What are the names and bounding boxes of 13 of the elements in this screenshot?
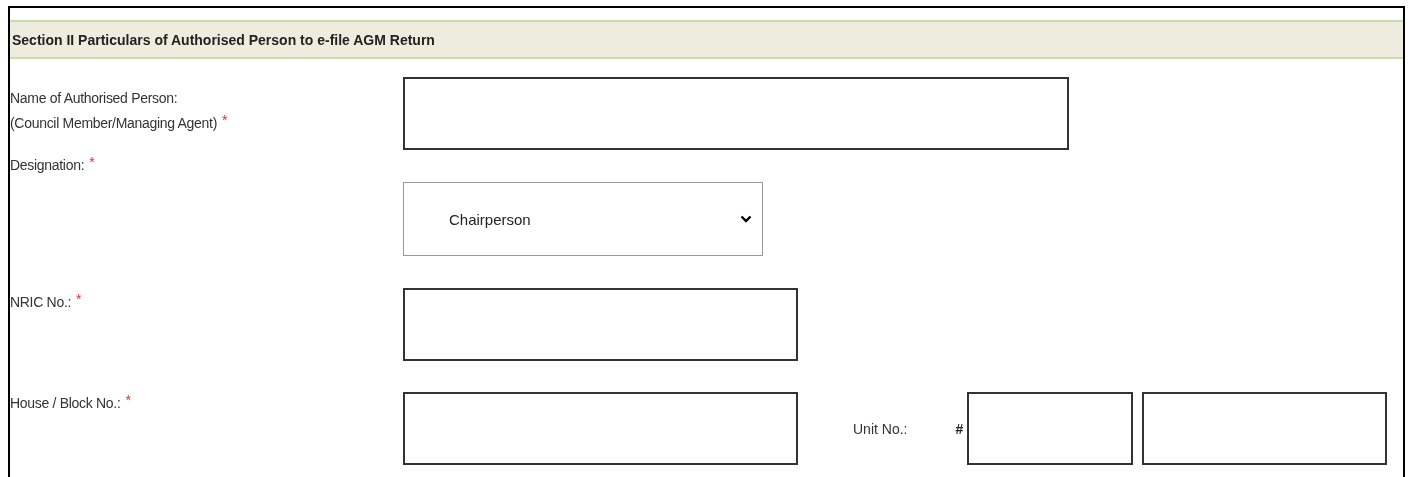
hash-label: # xyxy=(955,421,964,437)
required-marker: * xyxy=(76,291,82,307)
required-marker: * xyxy=(89,154,95,170)
field-label: NRIC No.: xyxy=(10,294,72,310)
field-label: Designation: xyxy=(10,157,85,173)
field-label: House / Block No.: xyxy=(10,395,121,411)
required-marker: * xyxy=(125,392,131,408)
required-marker: * xyxy=(222,112,228,128)
dropdown[interactable]: Chairperson xyxy=(403,182,763,256)
field-label: (Council Member/Managing Agent) xyxy=(10,115,218,131)
field-label: Name of Authorised Person: xyxy=(10,90,178,106)
field-label: Unit No.: xyxy=(853,421,908,437)
section-header: Section II Particulars of Authorised Person to e-file AGM Return xyxy=(10,20,1403,59)
